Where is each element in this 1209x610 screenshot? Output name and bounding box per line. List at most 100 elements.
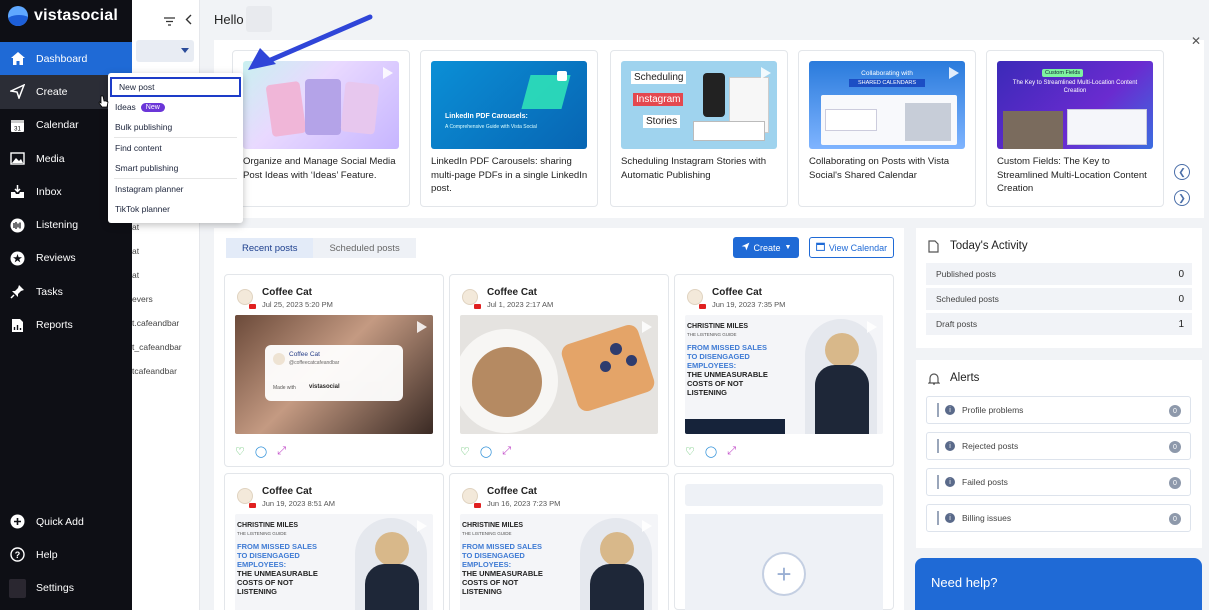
tab-recent-posts[interactable]: Recent posts bbox=[226, 238, 314, 258]
comment-icon[interactable]: ◯ bbox=[705, 445, 717, 458]
bell-icon bbox=[927, 372, 941, 385]
youtube-icon bbox=[249, 503, 256, 508]
posts-tabs: Recent posts Scheduled posts bbox=[226, 238, 416, 258]
post-actions: ♡ ◯ ⤢ bbox=[235, 445, 286, 458]
menu-item-bulk-publishing[interactable]: Bulk publishing bbox=[108, 117, 243, 137]
sidebar-item-help[interactable]: ? Help bbox=[0, 538, 132, 571]
carousel-card[interactable]: Scheduling Instagram Stories Scheduling … bbox=[610, 50, 788, 207]
sidebar-item-dashboard[interactable]: Dashboard bbox=[0, 42, 132, 76]
thumb-word: Instagram bbox=[633, 93, 684, 106]
sidebar-item-label: Calendar bbox=[36, 119, 79, 132]
post-card[interactable]: Coffee Cat Jun 19, 2023 8:51 AM CHRISTIN… bbox=[224, 473, 444, 610]
thumb-guide: THE LISTENING GUIDE bbox=[462, 531, 512, 536]
thumb-line: TO DISENGAGED bbox=[687, 352, 750, 361]
profile-group-select[interactable] bbox=[136, 40, 194, 62]
post-image: Coffee Cat @coffeecatcafeandbar Made wit… bbox=[235, 315, 433, 434]
play-icon bbox=[642, 321, 652, 333]
carousel-card[interactable]: Custom Fields The Key to Streamlined Mul… bbox=[986, 50, 1164, 207]
profile-item[interactable]: t_cafeandbar bbox=[132, 342, 182, 352]
filter-icon[interactable] bbox=[164, 13, 175, 31]
menu-item-ideas[interactable]: Ideas New bbox=[108, 97, 243, 117]
alert-label: Rejected posts bbox=[962, 441, 1019, 451]
post-card[interactable]: Coffee Cat Jul 1, 2023 2:17 AM ♡ ◯ ⤢ bbox=[449, 274, 669, 467]
activity-row[interactable]: Draft posts 1 bbox=[926, 313, 1192, 335]
view-calendar-button[interactable]: View Calendar bbox=[809, 237, 894, 258]
activity-label: Draft posts bbox=[936, 319, 978, 329]
need-help-label: Need help? bbox=[931, 575, 998, 590]
need-help-widget[interactable]: Need help? bbox=[915, 558, 1202, 610]
collapse-icon[interactable] bbox=[185, 12, 192, 30]
overlay-name: Coffee Cat bbox=[289, 351, 320, 358]
play-icon bbox=[761, 67, 771, 79]
alert-row[interactable]: i Billing issues 0 bbox=[926, 504, 1191, 532]
menu-item-find-content[interactable]: Find content bbox=[108, 138, 243, 158]
comment-icon[interactable]: ◯ bbox=[480, 445, 492, 458]
sidebar-item-settings[interactable]: Settings bbox=[0, 572, 132, 605]
menu-item-new-post[interactable]: New post bbox=[110, 77, 241, 97]
carousel-card[interactable]: Collaborating with SHARED CALENDARS Coll… bbox=[798, 50, 976, 207]
share-icon[interactable]: ⤢ bbox=[727, 445, 736, 458]
posts-panel: Recent posts Scheduled posts Create ▼ Vi… bbox=[214, 228, 904, 610]
activity-row[interactable]: Scheduled posts 0 bbox=[926, 288, 1192, 310]
alert-row[interactable]: i Rejected posts 0 bbox=[926, 432, 1191, 460]
thumb-line: EMPLOYEES: bbox=[462, 560, 512, 569]
placeholder-body: + bbox=[685, 514, 883, 610]
overlay-handle: @coffeecatcafeandbar bbox=[289, 360, 340, 366]
heart-icon[interactable]: ♡ bbox=[460, 445, 470, 458]
carousel-prev-button[interactable]: ❮ bbox=[1174, 164, 1190, 180]
post-image: CHRISTINE MILES THE LISTENING GUIDE FROM… bbox=[685, 315, 883, 434]
profile-item[interactable]: evers bbox=[132, 294, 153, 304]
thumb-line: LISTENING bbox=[237, 587, 278, 596]
alert-row[interactable]: i Failed posts 0 bbox=[926, 468, 1191, 496]
thumb-guide: THE LISTENING GUIDE bbox=[687, 332, 737, 337]
alert-label: Failed posts bbox=[962, 477, 1008, 487]
divider bbox=[937, 403, 939, 417]
post-author: Coffee Cat bbox=[712, 287, 763, 298]
profile-item[interactable]: at bbox=[132, 270, 139, 280]
thumb-tag: Custom Fields bbox=[1042, 69, 1084, 77]
heart-icon[interactable]: ♡ bbox=[685, 445, 695, 458]
plus-icon[interactable]: + bbox=[762, 552, 806, 596]
carousel-card[interactable]: LinkedIn PDF Carousels: A Comprehensive … bbox=[420, 50, 598, 207]
logo[interactable]: vistasocial bbox=[8, 6, 118, 26]
sidebar-item-label: Tasks bbox=[36, 285, 63, 298]
chevron-right-icon: ❯ bbox=[1178, 192, 1186, 203]
post-card[interactable]: Coffee Cat Jul 25, 2023 5:20 PM Coffee C… bbox=[224, 274, 444, 467]
play-icon bbox=[417, 520, 427, 532]
share-icon[interactable]: ⤢ bbox=[502, 445, 511, 458]
sidebar-item-tasks[interactable]: Tasks bbox=[0, 275, 132, 308]
comment-icon[interactable]: ◯ bbox=[255, 445, 267, 458]
alert-count: 0 bbox=[1169, 477, 1181, 489]
menu-item-smart-publishing[interactable]: Smart publishing bbox=[108, 158, 243, 178]
sidebar-item-label: Reviews bbox=[36, 252, 76, 265]
sidebar-item-reports[interactable]: Reports bbox=[0, 308, 132, 341]
avatar bbox=[687, 289, 703, 305]
alert-count: 0 bbox=[1169, 513, 1181, 525]
carousel-next-button[interactable]: ❯ bbox=[1174, 190, 1190, 206]
activity-value: 0 bbox=[1178, 293, 1184, 305]
post-card[interactable]: Coffee Cat Jun 19, 2023 7:35 PM CHRISTIN… bbox=[674, 274, 894, 467]
avatar bbox=[237, 289, 253, 305]
profile-item[interactable]: at bbox=[132, 222, 139, 232]
youtube-icon bbox=[699, 304, 706, 309]
close-icon[interactable]: ✕ bbox=[1191, 34, 1201, 48]
profile-item[interactable]: at bbox=[132, 246, 139, 256]
create-button[interactable]: Create ▼ bbox=[733, 237, 799, 258]
thumb-subtitle: A Comprehensive Guide with Vista Social bbox=[445, 124, 537, 130]
alert-row[interactable]: i Profile problems 0 bbox=[926, 396, 1191, 424]
sidebar-item-quick-add[interactable]: Quick Add bbox=[0, 505, 132, 538]
sidebar-item-label: Reports bbox=[36, 319, 73, 332]
tab-scheduled-posts[interactable]: Scheduled posts bbox=[313, 238, 416, 258]
profile-item[interactable]: tcafeandbar bbox=[132, 366, 177, 376]
post-card[interactable]: Coffee Cat Jun 16, 2023 7:23 PM CHRISTIN… bbox=[449, 473, 669, 610]
heart-icon[interactable]: ♡ bbox=[235, 445, 245, 458]
thumb-line: COSTS OF NOT bbox=[462, 578, 519, 587]
share-icon[interactable]: ⤢ bbox=[277, 445, 286, 458]
menu-item-instagram-planner[interactable]: Instagram planner bbox=[108, 179, 243, 199]
add-post-card[interactable]: + bbox=[674, 473, 894, 610]
sidebar-item-reviews[interactable]: Reviews bbox=[0, 242, 132, 275]
activity-row[interactable]: Published posts 0 bbox=[926, 263, 1192, 285]
menu-item-tiktok-planner[interactable]: TikTok planner bbox=[108, 199, 243, 219]
chevron-down-icon bbox=[181, 48, 189, 53]
profile-item[interactable]: t.cafeandbar bbox=[132, 318, 179, 328]
